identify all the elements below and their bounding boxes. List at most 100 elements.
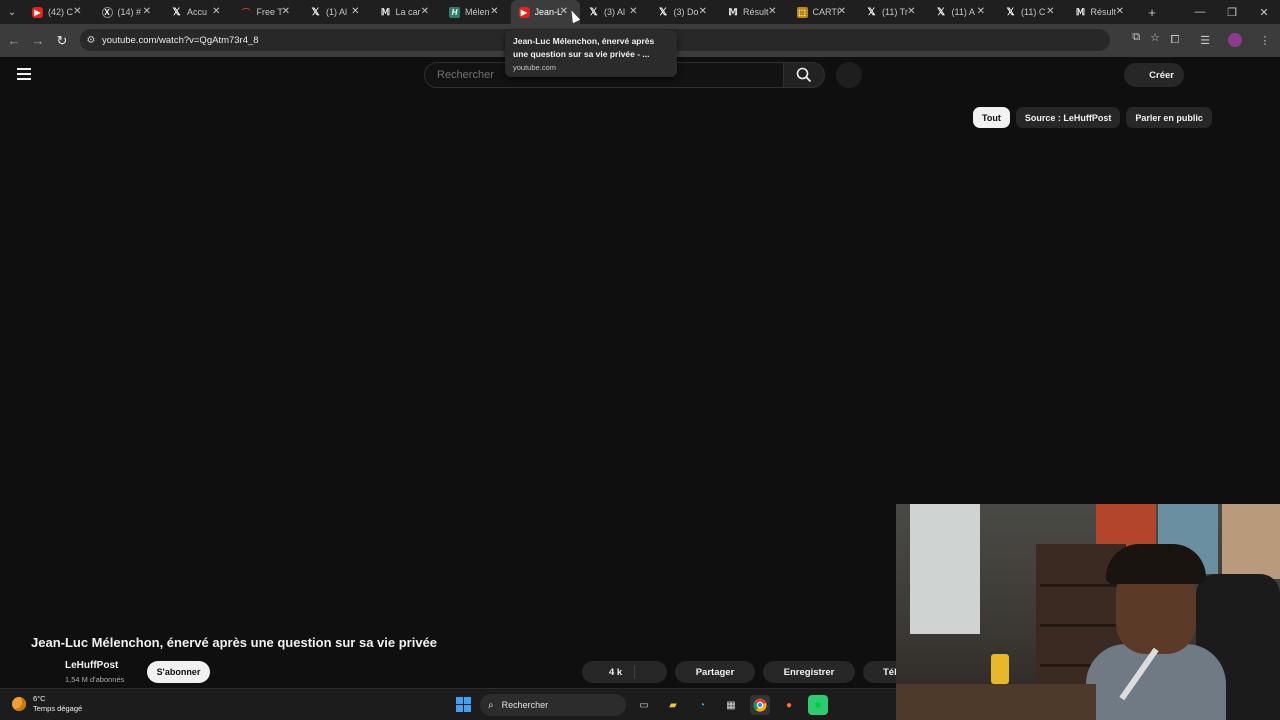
app-icon[interactable]: ■ bbox=[808, 695, 828, 715]
chrome-icon[interactable] bbox=[750, 695, 770, 715]
restore-icon[interactable]: ❐ bbox=[1216, 0, 1248, 24]
tab-strip: ⌄ ▶ (42) C ✕ X (14) # ✕ 𝕏 Accu ✕ ⌒ Free T ✕ 𝕏 (1) Al ✕… bbox=[0, 0, 1280, 24]
webcam-poster bbox=[1222, 504, 1280, 579]
omnibox-actions: ⧉ ☆ bbox=[1132, 31, 1160, 44]
close-window-icon[interactable]: ✕ bbox=[1248, 0, 1280, 24]
close-tab-icon[interactable]: ✕ bbox=[212, 6, 220, 18]
x-favicon-icon: 𝕏 bbox=[936, 6, 946, 18]
browser-tab[interactable]: X (14) # ✕ bbox=[94, 0, 164, 24]
like-button[interactable]: 4 k bbox=[582, 661, 667, 683]
chip-public-speaking[interactable]: Parler en public bbox=[1126, 107, 1212, 128]
browser-tab[interactable]: 𝕏 (11) C ✕ bbox=[997, 0, 1067, 24]
reload-icon[interactable]: ↻ bbox=[50, 33, 74, 49]
close-tab-icon[interactable]: ✕ bbox=[768, 6, 776, 18]
youtube-favicon-icon: ▶ bbox=[518, 6, 530, 18]
browser-tab[interactable]: ▶ (42) C ✕ bbox=[24, 0, 94, 24]
firefox-icon[interactable]: ● bbox=[779, 695, 799, 715]
profile-avatar[interactable] bbox=[1220, 30, 1250, 50]
browser-tab[interactable]: 𝕏 (11) A ✕ bbox=[928, 0, 998, 24]
forward-icon[interactable]: → bbox=[26, 33, 50, 48]
close-tab-icon[interactable]: ✕ bbox=[838, 6, 846, 18]
subscribe-button[interactable]: S'abonner bbox=[147, 661, 210, 683]
close-tab-icon[interactable]: ✕ bbox=[490, 6, 498, 18]
site-info-icon[interactable]: ⚙ bbox=[80, 35, 102, 46]
window-controls: — ❐ ✕ bbox=[1184, 0, 1280, 24]
search-button[interactable] bbox=[783, 62, 825, 88]
moon-icon bbox=[12, 697, 26, 711]
tab-search-icon[interactable]: ⌄ bbox=[0, 0, 24, 24]
x-favicon-icon: 𝕏 bbox=[172, 6, 181, 18]
like-count: 4 k bbox=[609, 666, 623, 678]
close-tab-icon[interactable]: ✕ bbox=[629, 6, 637, 18]
webcam-desk bbox=[896, 684, 1096, 720]
close-tab-icon[interactable]: ✕ bbox=[699, 6, 707, 18]
taskbar-apps: ▭ ▰ ◔ ▦ ● ■ bbox=[634, 695, 828, 715]
close-tab-icon[interactable]: ✕ bbox=[1116, 6, 1124, 18]
browser-tab[interactable]: 𝕏 (3) Al ✕ bbox=[580, 0, 650, 24]
chrome-menu-icon[interactable]: ⋮ bbox=[1250, 30, 1280, 50]
search-icon: ⌕ bbox=[488, 699, 494, 711]
tab-list: ▶ (42) C ✕ X (14) # ✕ 𝕏 Accu ✕ ⌒ Free T ✕ 𝕏 (1) Al ✕ 𝕄 L… bbox=[24, 0, 1136, 24]
subscriber-count: 1,54 M d'abonnés bbox=[65, 675, 125, 684]
url-text[interactable]: youtube.com/watch?v=QgAtm73r4_8 bbox=[102, 35, 259, 46]
close-tab-icon[interactable]: ✕ bbox=[351, 6, 359, 18]
browser-tab[interactable]: 𝕏 (11) Tr ✕ bbox=[858, 0, 928, 24]
webcam-person-body bbox=[1086, 644, 1226, 720]
chip-all[interactable]: Tout bbox=[973, 107, 1010, 128]
h-favicon-icon: H bbox=[449, 6, 460, 18]
browser-tab[interactable]: 𝕏 Accu ✕ bbox=[163, 0, 233, 24]
file-explorer-icon[interactable]: ▰ bbox=[663, 695, 683, 715]
close-tab-icon[interactable]: ✕ bbox=[73, 6, 81, 18]
x-ring-favicon-icon: X bbox=[101, 6, 113, 18]
voice-search-button[interactable] bbox=[836, 62, 862, 88]
edge-icon[interactable]: ◔ bbox=[692, 695, 712, 715]
close-tab-icon[interactable]: ✕ bbox=[1046, 6, 1054, 18]
back-icon[interactable]: ← bbox=[2, 33, 26, 48]
close-tab-icon[interactable]: ✕ bbox=[907, 6, 915, 18]
hover-card-domain: youtube.com bbox=[513, 63, 556, 72]
create-button[interactable]: Créer bbox=[1124, 63, 1184, 87]
browser-tab[interactable]: H Mélen ✕ bbox=[441, 0, 511, 24]
toolbar-right: ⧠ ☰ ⋮ bbox=[1160, 30, 1280, 50]
browser-tab[interactable]: ⬚ CARTI ✕ bbox=[789, 0, 859, 24]
task-view-icon[interactable]: ▭ bbox=[634, 695, 654, 715]
extensions-icon[interactable]: ⧠ bbox=[1160, 30, 1190, 50]
close-tab-icon[interactable]: ✕ bbox=[143, 6, 151, 18]
bookmark-star-icon[interactable]: ☆ bbox=[1150, 31, 1160, 44]
save-button[interactable]: Enregistrer bbox=[763, 661, 855, 683]
close-tab-icon[interactable]: ✕ bbox=[421, 6, 429, 18]
close-tab-icon[interactable]: ✕ bbox=[977, 6, 985, 18]
youtube-favicon-icon: ▶ bbox=[32, 6, 43, 18]
cart-favicon-icon: ⬚ bbox=[796, 6, 808, 18]
taskbar-search-label: Rechercher bbox=[501, 700, 549, 710]
taskbar-search[interactable]: ⌕ Rechercher bbox=[480, 694, 626, 716]
m-favicon-icon: 𝕄 bbox=[728, 6, 737, 17]
browser-tab[interactable]: 𝕏 (1) Al ✕ bbox=[302, 0, 372, 24]
webcam-jar bbox=[991, 654, 1009, 684]
webcam-overlay bbox=[896, 504, 1280, 720]
close-tab-icon[interactable]: ✕ bbox=[282, 6, 290, 18]
windows-start-icon[interactable] bbox=[456, 697, 471, 712]
browser-tab[interactable]: ⌒ Free T ✕ bbox=[233, 0, 303, 24]
store-icon[interactable]: ▦ bbox=[721, 695, 741, 715]
search-icon bbox=[796, 67, 812, 83]
webcam-person-hair bbox=[1106, 544, 1206, 584]
weather-widget[interactable]: 6°C Temps dégagé bbox=[12, 694, 82, 714]
channel-name[interactable]: LeHuffPost bbox=[65, 660, 118, 671]
browser-tab[interactable]: 𝕏 (3) Do ✕ bbox=[650, 0, 720, 24]
share-button[interactable]: Partager bbox=[675, 661, 755, 683]
channel-avatar[interactable] bbox=[31, 660, 57, 686]
new-tab-icon[interactable]: + bbox=[1140, 5, 1164, 20]
install-app-icon[interactable]: ⧉ bbox=[1132, 31, 1140, 44]
free-favicon-icon: ⌒ bbox=[242, 7, 250, 17]
browser-tab[interactable]: 𝕄 Résult ✕ bbox=[1067, 0, 1137, 24]
browser-tab[interactable]: 𝕄 Résult ✕ bbox=[719, 0, 789, 24]
m-favicon-icon: 𝕄 bbox=[1075, 6, 1085, 17]
guide-menu-icon[interactable] bbox=[17, 68, 31, 83]
m-favicon-icon: 𝕄 bbox=[380, 6, 390, 17]
chip-source[interactable]: Source : LeHuffPost bbox=[1015, 107, 1121, 128]
windows-taskbar: 6°C Temps dégagé ⌕ Rechercher ▭ ▰ ◔ ▦ ● … bbox=[0, 688, 896, 720]
browser-tab[interactable]: 𝕄 La car ✕ bbox=[372, 0, 442, 24]
minimize-icon[interactable]: — bbox=[1184, 0, 1216, 24]
media-controls-icon[interactable]: ☰ bbox=[1190, 30, 1220, 50]
